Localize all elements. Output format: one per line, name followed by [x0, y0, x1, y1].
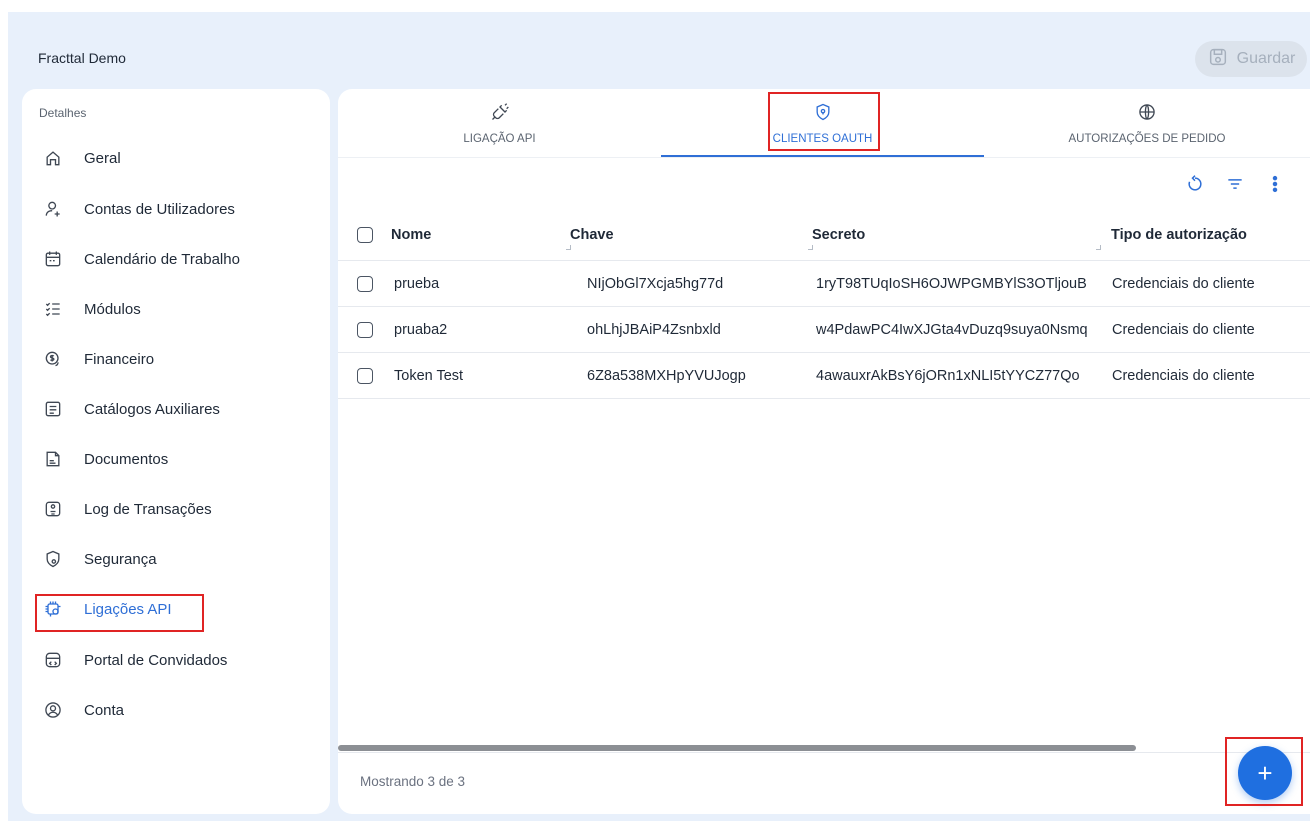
money-icon: [42, 348, 64, 370]
sidebar-item-label: Contas de Utilizadores: [84, 200, 235, 218]
tab-bar: LIGAÇÃO API CLIENTES OAUTH AUTORIZAÇÕES …: [338, 89, 1310, 159]
api-chip-icon: [42, 598, 64, 620]
select-all-checkbox[interactable]: [357, 226, 373, 243]
shield-lock-icon: [813, 102, 833, 125]
column-header-tipo[interactable]: Tipo de autorização: [1111, 227, 1247, 243]
row-checkbox[interactable]: [357, 321, 373, 338]
tab-autorizacoes-pedido[interactable]: AUTORIZAÇÕES DE PEDIDO: [984, 89, 1310, 157]
plug-icon: [490, 102, 510, 125]
tab-divider: [338, 157, 1310, 158]
sidebar-item-label: Catálogos Auxiliares: [84, 400, 220, 418]
column-resize-handle[interactable]: [1096, 245, 1101, 250]
sidebar-item-label: Geral: [84, 149, 121, 167]
sidebar-item-catalogos[interactable]: Catálogos Auxiliares: [42, 394, 220, 424]
cell-nome: pruaba2: [394, 321, 448, 338]
sidebar-item-contas[interactable]: Contas de Utilizadores: [42, 194, 235, 224]
table-header-row: Nome Chave Secreto Tipo de autorização: [338, 209, 1310, 261]
horizontal-scrollbar[interactable]: [338, 745, 1136, 751]
sidebar-item-financeiro[interactable]: Financeiro: [42, 344, 154, 374]
tab-label: CLIENTES OAUTH: [772, 132, 873, 145]
tab-clientes-oauth[interactable]: CLIENTES OAUTH: [661, 89, 984, 157]
sidebar-item-label: Ligações API: [84, 600, 172, 618]
home-icon: [42, 147, 64, 169]
column-resize-handle[interactable]: [808, 245, 813, 250]
table-row[interactable]: prueba NIjObGl7Xcja5hg77d 1ryT98TUqIoSH6…: [338, 261, 1310, 307]
catalog-icon: [42, 398, 64, 420]
checklist-icon: [42, 298, 64, 320]
footer-divider: [338, 752, 1310, 753]
globe-icon: [1137, 102, 1157, 125]
sidebar-item-label: Portal de Convidados: [84, 651, 228, 669]
sidebar-item-modulos[interactable]: Módulos: [42, 294, 141, 324]
document-icon: [42, 448, 64, 470]
sidebar-item-label: Conta: [84, 701, 125, 719]
more-options-icon[interactable]: [1264, 173, 1286, 195]
row-checkbox[interactable]: [357, 275, 373, 292]
cell-tipo: Credenciais do cliente: [1112, 275, 1255, 292]
table-row[interactable]: Token Test 6Z8a538MXHpYVUJogp 4awauxrAkB…: [338, 353, 1310, 399]
shield-icon: [42, 548, 64, 570]
main-panel: LIGAÇÃO API CLIENTES OAUTH AUTORIZAÇÕES …: [338, 89, 1310, 814]
sidebar-item-conta[interactable]: Conta: [42, 695, 124, 725]
sidebar-item-label: Financeiro: [84, 350, 155, 368]
cell-tipo: Credenciais do cliente: [1112, 367, 1255, 384]
tab-label: LIGAÇÃO API: [463, 132, 536, 145]
account-icon: [42, 699, 64, 721]
save-button[interactable]: Guardar: [1195, 41, 1307, 77]
portal-icon: [42, 649, 64, 671]
table-row[interactable]: pruaba2 ohLhjJBAiP4Zsnbxld w4PdawPC4IwXJ…: [338, 307, 1310, 353]
sidebar-item-calendario[interactable]: Calendário de Trabalho: [42, 244, 240, 274]
sidebar-item-portal[interactable]: Portal de Convidados: [42, 645, 227, 675]
column-resize-handle[interactable]: [566, 245, 571, 250]
app-title: Fracttal Demo: [38, 50, 126, 66]
cell-nome: Token Test: [394, 367, 464, 384]
column-header-chave[interactable]: Chave: [570, 227, 614, 243]
log-icon: [42, 498, 64, 520]
oauth-clients-table: Nome Chave Secreto Tipo de autorização p…: [338, 209, 1310, 399]
tab-ligacao-api[interactable]: LIGAÇÃO API: [338, 89, 661, 157]
cell-secreto: w4PdawPC4IwXJGta4vDuzq9suya0Nsmq: [816, 321, 1088, 338]
pagination-summary: Mostrando 3 de 3: [360, 774, 466, 789]
tab-label: AUTORIZAÇÕES DE PEDIDO: [1068, 132, 1226, 145]
add-client-button[interactable]: +: [1238, 746, 1292, 800]
sidebar-item-label: Calendário de Trabalho: [84, 250, 240, 268]
sidebar-item-seguranca[interactable]: Segurança: [42, 544, 157, 574]
cell-chave: NIjObGl7Xcja5hg77d: [587, 275, 724, 292]
sidebar-item-ligacoes-api[interactable]: Ligações API: [42, 594, 172, 624]
table-toolbar: [1184, 173, 1286, 195]
column-header-secreto[interactable]: Secreto: [812, 227, 865, 243]
sidebar-header: Detalhes: [39, 106, 87, 120]
row-checkbox[interactable]: [357, 367, 373, 384]
save-icon: [1207, 46, 1229, 73]
sidebar-item-geral[interactable]: Geral: [42, 143, 121, 173]
filter-icon[interactable]: [1224, 173, 1246, 195]
sidebar-item-label: Módulos: [84, 300, 141, 318]
cell-secreto: 1ryT98TUqIoSH6OJWPGMBYlS3OTljouB: [816, 275, 1087, 292]
cell-secreto: 4awauxrAkBsY6jORn1xNLI5tYYCZ77Qo: [816, 367, 1080, 384]
sidebar-item-log[interactable]: Log de Transações: [42, 494, 212, 524]
sidebar-item-label: Documentos: [84, 450, 169, 468]
refresh-icon[interactable]: [1184, 173, 1206, 195]
save-label: Guardar: [1236, 50, 1296, 67]
cell-chave: ohLhjJBAiP4Zsnbxld: [587, 321, 721, 338]
sidebar-item-label: Segurança: [84, 550, 157, 568]
add-user-icon: [42, 198, 64, 220]
sidebar: Detalhes Geral Contas de Utilizadores Ca…: [22, 89, 330, 814]
cell-nome: prueba: [394, 275, 440, 292]
calendar-icon: [42, 248, 64, 270]
cell-chave: 6Z8a538MXHpYVUJogp: [587, 367, 746, 384]
sidebar-item-label: Log de Transações: [84, 500, 212, 518]
sidebar-item-documentos[interactable]: Documentos: [42, 444, 168, 474]
column-header-nome[interactable]: Nome: [391, 227, 431, 243]
cell-tipo: Credenciais do cliente: [1112, 321, 1255, 338]
